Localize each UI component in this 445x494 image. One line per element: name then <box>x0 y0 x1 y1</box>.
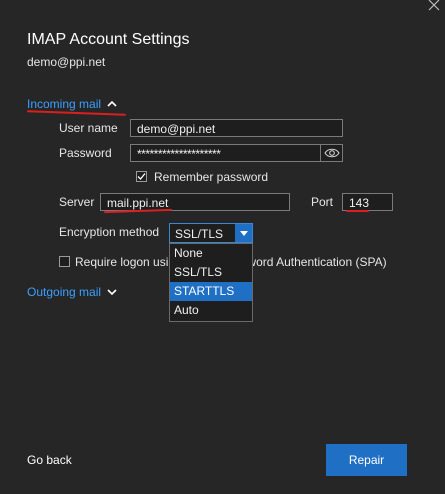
outgoing-mail-toggle[interactable]: Outgoing mail <box>27 285 117 299</box>
repair-button[interactable]: Repair <box>326 444 407 476</box>
username-field[interactable]: demo@ppi.net <box>130 119 343 137</box>
server-field[interactable]: mail.ppi.net <box>100 193 290 211</box>
encryption-dropdown-list: None SSL/TLS STARTTLS Auto <box>169 243 253 322</box>
close-icon[interactable] <box>427 0 441 12</box>
spa-checkbox[interactable] <box>59 256 70 267</box>
dialog-title: IMAP Account Settings <box>27 31 190 48</box>
password-label: Password <box>59 146 112 160</box>
dropdown-option-ssl-tls[interactable]: SSL/TLS <box>170 263 252 282</box>
incoming-mail-toggle[interactable]: Incoming mail <box>27 97 117 111</box>
spa-label-end: word Authentication (SPA) <box>247 255 387 269</box>
annotation-underline <box>346 210 369 212</box>
checkmark-icon <box>137 173 146 180</box>
dropdown-option-none[interactable]: None <box>170 244 252 263</box>
server-label: Server <box>59 195 95 209</box>
remember-password-label: Remember password <box>154 170 269 184</box>
password-field[interactable]: ******************** <box>130 144 343 162</box>
eye-icon[interactable] <box>320 144 343 162</box>
encryption-selected-value: SSL/TLS <box>175 227 224 241</box>
username-label: User name <box>59 121 118 135</box>
dropdown-arrow-icon[interactable] <box>235 224 252 242</box>
encryption-label: Encryption method <box>59 225 160 239</box>
chevron-up-icon <box>107 100 117 108</box>
port-label: Port <box>311 195 334 209</box>
incoming-mail-label: Incoming mail <box>27 97 102 111</box>
spa-label-start: Require logon usi <box>75 255 169 269</box>
dropdown-option-starttls[interactable]: STARTTLS <box>170 282 252 301</box>
outgoing-mail-label: Outgoing mail <box>27 285 102 299</box>
chevron-down-icon <box>107 288 117 296</box>
go-back-link[interactable]: Go back <box>27 453 72 467</box>
annotation-underline <box>26 110 127 116</box>
dropdown-option-auto[interactable]: Auto <box>170 301 252 320</box>
port-field[interactable]: 143 <box>342 193 393 211</box>
remember-password-checkbox[interactable] <box>136 171 147 182</box>
account-email: demo@ppi.net <box>27 55 106 69</box>
encryption-select[interactable]: SSL/TLS <box>169 223 253 243</box>
